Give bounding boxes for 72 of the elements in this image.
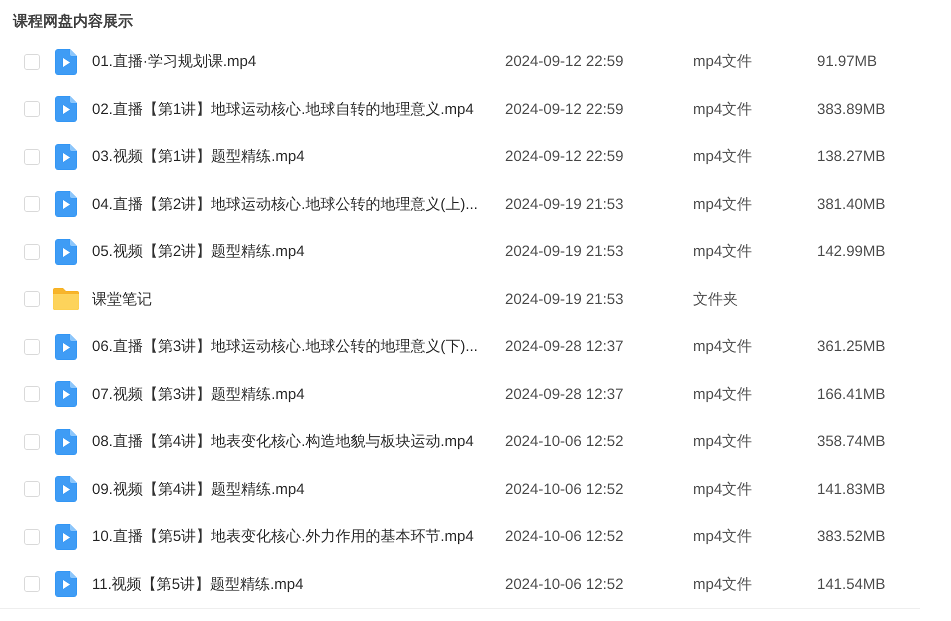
checkbox[interactable] — [24, 54, 40, 70]
page-title: 课程网盘内容展示 — [12, 12, 134, 32]
modified-date: 2024-09-12 22:59 — [505, 53, 624, 70]
file-type: mp4文件 — [693, 337, 754, 356]
modified-date: 2024-09-28 12:37 — [505, 386, 624, 403]
video-file-icon — [55, 238, 77, 265]
file-type: mp4文件 — [693, 527, 754, 546]
modified-date: 2024-10-06 12:52 — [505, 576, 624, 593]
file-size: 138.27MB — [817, 148, 886, 166]
video-file-icon — [55, 524, 77, 550]
file-type: mp4文件 — [693, 52, 754, 72]
file-size: 383.89MB — [817, 100, 886, 118]
file-name[interactable]: 08.直播【第4讲】地表变化核心.构造地貌与板块运动.mp4 — [92, 432, 505, 452]
file-name[interactable]: 10.直播【第5讲】地表变化核心.外力作用的基本环节.mp4 — [92, 527, 505, 546]
checkbox[interactable] — [24, 576, 40, 592]
file-size: 383.52MB — [817, 528, 886, 546]
file-name[interactable]: 11.视频【第5讲】题型精练.mp4 — [92, 574, 505, 594]
file-type: mp4文件 — [693, 242, 754, 262]
file-name[interactable]: 03.视频【第1讲】题型精练.mp4 — [92, 147, 505, 166]
video-file-icon — [55, 571, 77, 598]
checkbox[interactable] — [24, 196, 40, 212]
file-type: mp4文件 — [693, 147, 754, 166]
file-size: 141.54MB — [817, 576, 886, 593]
file-size: 381.40MB — [817, 196, 886, 213]
checkbox[interactable] — [24, 244, 40, 260]
file-name[interactable]: 课堂笔记 — [92, 290, 505, 309]
file-size: 361.25MB — [817, 338, 886, 356]
video-file-icon — [55, 334, 77, 360]
file-type: mp4文件 — [693, 100, 754, 119]
modified-date: 2024-10-06 12:52 — [505, 433, 624, 450]
folder-icon — [53, 288, 79, 310]
file-type: mp4文件 — [693, 574, 754, 594]
modified-date: 2024-09-19 21:53 — [505, 196, 624, 213]
file-type: mp4文件 — [693, 384, 754, 404]
checkbox[interactable] — [24, 481, 40, 498]
modified-date: 2024-09-28 12:37 — [505, 338, 624, 356]
file-name[interactable]: 06.直播【第3讲】地球运动核心.地球公转的地理意义(下)... — [92, 337, 505, 356]
video-file-icon — [55, 381, 77, 408]
checkbox[interactable] — [24, 291, 40, 308]
modified-date: 2024-09-19 21:53 — [505, 290, 624, 308]
video-file-icon — [55, 428, 77, 455]
checkbox[interactable] — [24, 386, 40, 402]
file-type: mp4文件 — [693, 194, 754, 214]
modified-date: 2024-09-19 21:53 — [505, 243, 624, 260]
checkbox[interactable] — [24, 528, 40, 545]
video-file-icon — [55, 96, 77, 122]
checkbox[interactable] — [24, 101, 40, 118]
checkbox[interactable] — [24, 148, 40, 165]
modified-date: 2024-09-12 22:59 — [505, 148, 624, 166]
video-file-icon — [55, 48, 77, 75]
file-size: 141.83MB — [817, 480, 886, 498]
file-size: 166.41MB — [817, 386, 886, 403]
file-name[interactable]: 04.直播【第2讲】地球运动核心.地球公转的地理意义(上)... — [92, 194, 505, 214]
file-name[interactable]: 07.视频【第3讲】题型精练.mp4 — [92, 384, 505, 404]
file-name[interactable]: 01.直播·学习规划课.mp4 — [92, 52, 505, 72]
video-file-icon — [55, 191, 77, 218]
video-file-icon — [55, 476, 77, 502]
video-file-icon — [55, 144, 77, 170]
checkbox[interactable] — [24, 434, 40, 450]
file-type: 文件夹 — [693, 290, 739, 309]
file-type: mp4文件 — [693, 432, 754, 452]
file-name[interactable]: 02.直播【第1讲】地球运动核心.地球自转的地理意义.mp4 — [92, 100, 505, 119]
modified-date: 2024-10-06 12:52 — [505, 480, 624, 498]
file-size: 358.74MB — [817, 433, 886, 450]
modified-date: 2024-09-12 22:59 — [505, 100, 624, 118]
checkbox[interactable] — [24, 338, 40, 355]
file-name[interactable]: 09.视频【第4讲】题型精练.mp4 — [92, 480, 505, 499]
file-name[interactable]: 05.视频【第2讲】题型精练.mp4 — [92, 242, 505, 262]
file-size: 91.97MB — [817, 53, 878, 70]
modified-date: 2024-10-06 12:52 — [505, 528, 624, 546]
file-size: 142.99MB — [817, 243, 886, 260]
file-type: mp4文件 — [693, 480, 754, 499]
